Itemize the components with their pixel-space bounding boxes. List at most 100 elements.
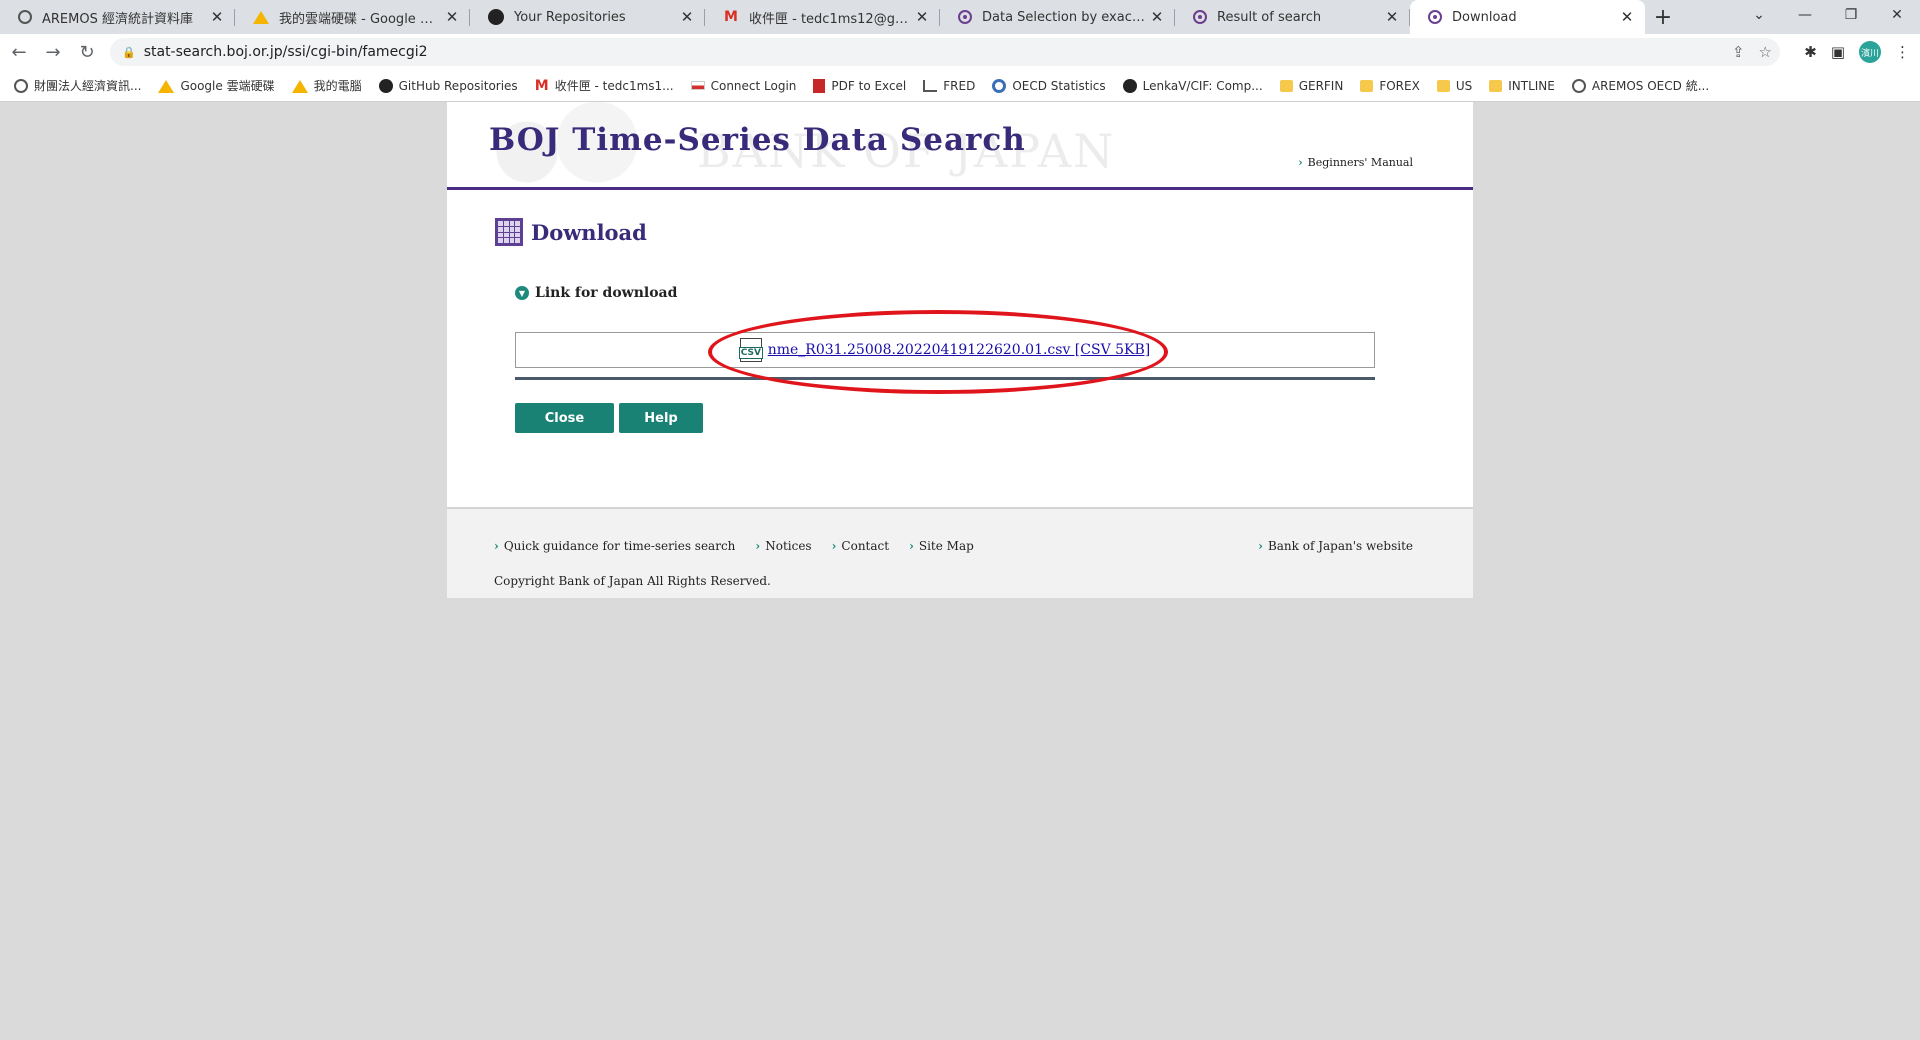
- site-header: BANK OF JAPAN BOJ Time-Series Data Searc…: [447, 102, 1473, 190]
- bookmark-label: FOREX: [1379, 78, 1420, 93]
- folder-icon: [1436, 79, 1450, 92]
- bookmark-item[interactable]: Connect Login: [690, 79, 796, 93]
- tab-title: Download: [1452, 9, 1517, 25]
- bookmark-label: FRED: [943, 78, 976, 93]
- csv-download-link[interactable]: nme_R031.25008.20220419122620.01.csv [CS…: [768, 342, 1151, 358]
- gmail-icon: M: [724, 9, 738, 25]
- google-drive-icon: [158, 79, 175, 93]
- browser-tab-gmail[interactable]: M 收件匣 - tedc1ms12@gmail.com ✕: [705, 0, 940, 34]
- menu-kebab-icon[interactable]: ⋮: [1895, 43, 1910, 61]
- beginners-manual-link[interactable]: › Beginners' Manual: [1298, 156, 1413, 169]
- github-icon: [488, 9, 504, 25]
- boj-page: BANK OF JAPAN BOJ Time-Series Data Searc…: [447, 102, 1473, 598]
- site-title[interactable]: BOJ Time-Series Data Search: [489, 122, 1026, 158]
- tab-close-icon[interactable]: ✕: [1619, 8, 1635, 26]
- tab-title: 收件匣 - tedc1ms12@gmail.com: [749, 11, 914, 27]
- bookmark-folder[interactable]: GERFIN: [1279, 79, 1343, 93]
- bookmark-folder[interactable]: US: [1436, 79, 1472, 93]
- download-subheading: ▼ Link for download: [515, 285, 677, 301]
- minimize-icon[interactable]: —: [1782, 0, 1828, 30]
- bookmark-folder[interactable]: INTLINE: [1489, 79, 1555, 93]
- bookmark-label: GitHub Repositories: [398, 78, 518, 93]
- globe-icon: [18, 10, 32, 24]
- new-tab-button[interactable]: +: [1645, 0, 1681, 34]
- forward-arrow-icon[interactable]: →: [38, 37, 68, 67]
- bookmarks-bar: 財團法人經濟資訊... Google 雲端硬碟 我的電腦 GitHub Repo…: [0, 70, 1920, 102]
- browser-tab-data-selection[interactable]: Data Selection by exact series ✕: [940, 0, 1175, 34]
- gmail-icon: M: [534, 77, 549, 94]
- github-icon: [1122, 78, 1137, 93]
- boj-icon: [1428, 10, 1442, 24]
- tab-close-icon[interactable]: ✕: [914, 8, 930, 26]
- bookmark-item[interactable]: 財團法人經濟資訊...: [14, 77, 141, 94]
- footer-link-contact[interactable]: › Contact: [832, 539, 889, 553]
- bookmark-item[interactable]: AREMOS OECD 統...: [1571, 77, 1709, 94]
- share-icon[interactable]: ⇪: [1732, 43, 1745, 61]
- chevron-right-icon: ›: [1258, 539, 1263, 553]
- footer-link-site-map[interactable]: › Site Map: [909, 539, 974, 553]
- browser-toolbar: ← → ↻ 🔒 stat-search.boj.or.jp/ssi/cgi-bi…: [0, 34, 1920, 70]
- tab-close-icon[interactable]: ✕: [679, 8, 695, 26]
- bookmark-item[interactable]: PDF to Excel: [813, 78, 907, 93]
- bookmark-item[interactable]: Google 雲端硬碟: [158, 77, 275, 94]
- back-arrow-icon[interactable]: ←: [4, 37, 34, 67]
- tab-close-icon[interactable]: ✕: [1149, 8, 1165, 26]
- bookmark-item[interactable]: LenkaV/CIF: Comp...: [1122, 78, 1263, 93]
- reload-icon[interactable]: ↻: [72, 37, 102, 67]
- bookmark-star-icon[interactable]: ☆: [1759, 43, 1772, 61]
- section-heading: Download: [495, 218, 647, 246]
- bookmark-folder[interactable]: FOREX: [1360, 79, 1420, 93]
- folder-icon: [1279, 79, 1293, 92]
- browser-tab-google-drive[interactable]: 我的雲端硬碟 - Google 雲端硬碟 ✕: [235, 0, 470, 34]
- boj-icon: [958, 10, 972, 24]
- extensions-puzzle-icon[interactable]: ✱: [1804, 43, 1817, 61]
- url-text[interactable]: stat-search.boj.or.jp/ssi/cgi-bin/famecg…: [144, 44, 428, 60]
- address-bar[interactable]: 🔒 stat-search.boj.or.jp/ssi/cgi-bin/fame…: [110, 38, 1780, 66]
- folder-icon: [1360, 79, 1374, 92]
- bookmark-item[interactable]: M 收件匣 - tedc1ms1...: [535, 77, 674, 94]
- action-buttons: Close Help: [515, 403, 703, 433]
- bookmark-label: INTLINE: [1508, 78, 1555, 93]
- copyright-text: Copyright Bank of Japan All Rights Reser…: [494, 574, 771, 588]
- bookmark-label: PDF to Excel: [831, 78, 907, 93]
- footer-link-label: Quick guidance for time-series search: [503, 539, 736, 553]
- side-panel-icon[interactable]: ▣: [1831, 43, 1845, 61]
- window-close-icon[interactable]: ✕: [1874, 0, 1920, 30]
- browser-tab-result-of-search[interactable]: Result of search ✕: [1175, 0, 1410, 34]
- bookmark-label: OECD Statistics: [1012, 78, 1106, 93]
- browser-tab-aremos[interactable]: AREMOS 經濟統計資料庫 ✕: [0, 0, 235, 34]
- bookmark-item[interactable]: OECD Statistics: [992, 78, 1106, 93]
- tab-close-icon[interactable]: ✕: [209, 8, 225, 26]
- bookmark-label: 財團法人經濟資訊...: [34, 79, 142, 93]
- bookmark-item[interactable]: GitHub Repositories: [378, 78, 518, 93]
- lock-icon[interactable]: 🔒: [122, 46, 136, 59]
- chevron-right-icon: ›: [494, 539, 499, 553]
- csv-file-icon[interactable]: CSV: [738, 338, 763, 362]
- tab-close-icon[interactable]: ✕: [1384, 8, 1400, 26]
- close-button[interactable]: Close: [515, 403, 614, 433]
- help-button[interactable]: Help: [619, 403, 703, 433]
- browser-tabstrip: AREMOS 經濟統計資料庫 ✕ 我的雲端硬碟 - Google 雲端硬碟 ✕ …: [0, 0, 1920, 34]
- bookmark-item[interactable]: FRED: [923, 79, 975, 93]
- download-link-box: CSV nme_R031.25008.20220419122620.01.csv…: [515, 332, 1375, 368]
- google-drive-icon: [291, 79, 308, 93]
- footer-link-boj-website[interactable]: › Bank of Japan's website: [1258, 539, 1413, 553]
- link-label: Beginners' Manual: [1307, 156, 1413, 169]
- tab-title: 我的雲端硬碟 - Google 雲端硬碟: [279, 11, 444, 27]
- footer-link-notices[interactable]: › Notices: [755, 539, 811, 553]
- chevron-right-icon: ›: [1298, 156, 1303, 169]
- boj-icon: [1193, 10, 1207, 24]
- globe-icon: [14, 78, 28, 93]
- tab-close-icon[interactable]: ✕: [444, 8, 460, 26]
- restore-icon[interactable]: ❐: [1828, 0, 1874, 30]
- profile-avatar[interactable]: 濱川: [1859, 41, 1881, 63]
- tab-title: Data Selection by exact series: [982, 9, 1149, 25]
- browser-tab-github[interactable]: Your Repositories ✕: [470, 0, 705, 34]
- globe-icon: [1571, 78, 1586, 93]
- footer-link-quick-guidance[interactable]: › Quick guidance for time-series search: [494, 539, 735, 553]
- bookmark-item[interactable]: 我的電腦: [291, 77, 362, 94]
- tab-search-icon[interactable]: ⌄: [1736, 0, 1782, 30]
- footer-link-label: Bank of Japan's website: [1267, 539, 1413, 553]
- folder-icon: [1489, 79, 1503, 92]
- browser-tab-download[interactable]: Download ✕: [1410, 0, 1645, 34]
